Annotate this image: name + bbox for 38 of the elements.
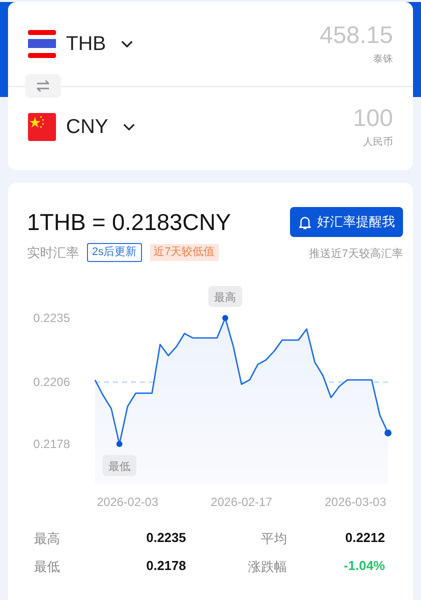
axis-label: 2026-02-03 (96, 495, 158, 509)
stat-value: 0.2178 (145, 558, 186, 575)
stat-label: 最低 (34, 558, 61, 576)
stat-label: 最高 (34, 530, 61, 548)
currency-name: 泰铢 (372, 53, 393, 66)
axis-label: 2026-02-17 (210, 495, 272, 509)
marker-dot (116, 441, 122, 447)
trend-tag: 近7天较低值 (150, 244, 219, 261)
stat-value: 0.2212 (344, 530, 385, 547)
chevron-down-icon (120, 39, 134, 49)
update-tag: 2s后更新 (87, 243, 142, 262)
annotation: 最高 (214, 291, 236, 304)
currency-selector[interactable]: THB (28, 30, 134, 58)
axis-label: 2026-03-03 (324, 495, 386, 509)
currency-name: 人民币 (362, 136, 393, 149)
stat-label: 涨跌幅 (247, 558, 288, 576)
stat-label: 平均 (260, 530, 288, 548)
axis-label: 0.2206 (33, 375, 70, 390)
marker-dot (222, 315, 228, 321)
swap-arrows-icon (35, 79, 51, 93)
alert-button[interactable]: 好汇率提醒我 (290, 207, 403, 237)
swap-button[interactable] (25, 74, 61, 98)
axis-label: 0.2178 (33, 437, 70, 451)
stat-value: 0.2235 (145, 530, 186, 547)
flag-icon (28, 113, 56, 141)
flag-icon (28, 30, 56, 58)
annotation: 最低 (108, 461, 130, 473)
axis-label: 0.2235 (33, 311, 70, 325)
rate-label: 实时汇率 (27, 244, 79, 262)
alert-hint: 推送近7天较高汇率 (308, 246, 403, 261)
currency-selector[interactable]: CNY (28, 113, 136, 141)
marker-label: 最低 (102, 455, 136, 476)
chevron-down-icon (122, 122, 136, 132)
exchange-rate: 1THB = 0.2183CNY (27, 208, 231, 237)
bell-icon (298, 214, 312, 230)
marker-label: 最高 (208, 286, 242, 307)
stat-value: -1.04% (342, 558, 385, 575)
current-point (384, 429, 392, 436)
